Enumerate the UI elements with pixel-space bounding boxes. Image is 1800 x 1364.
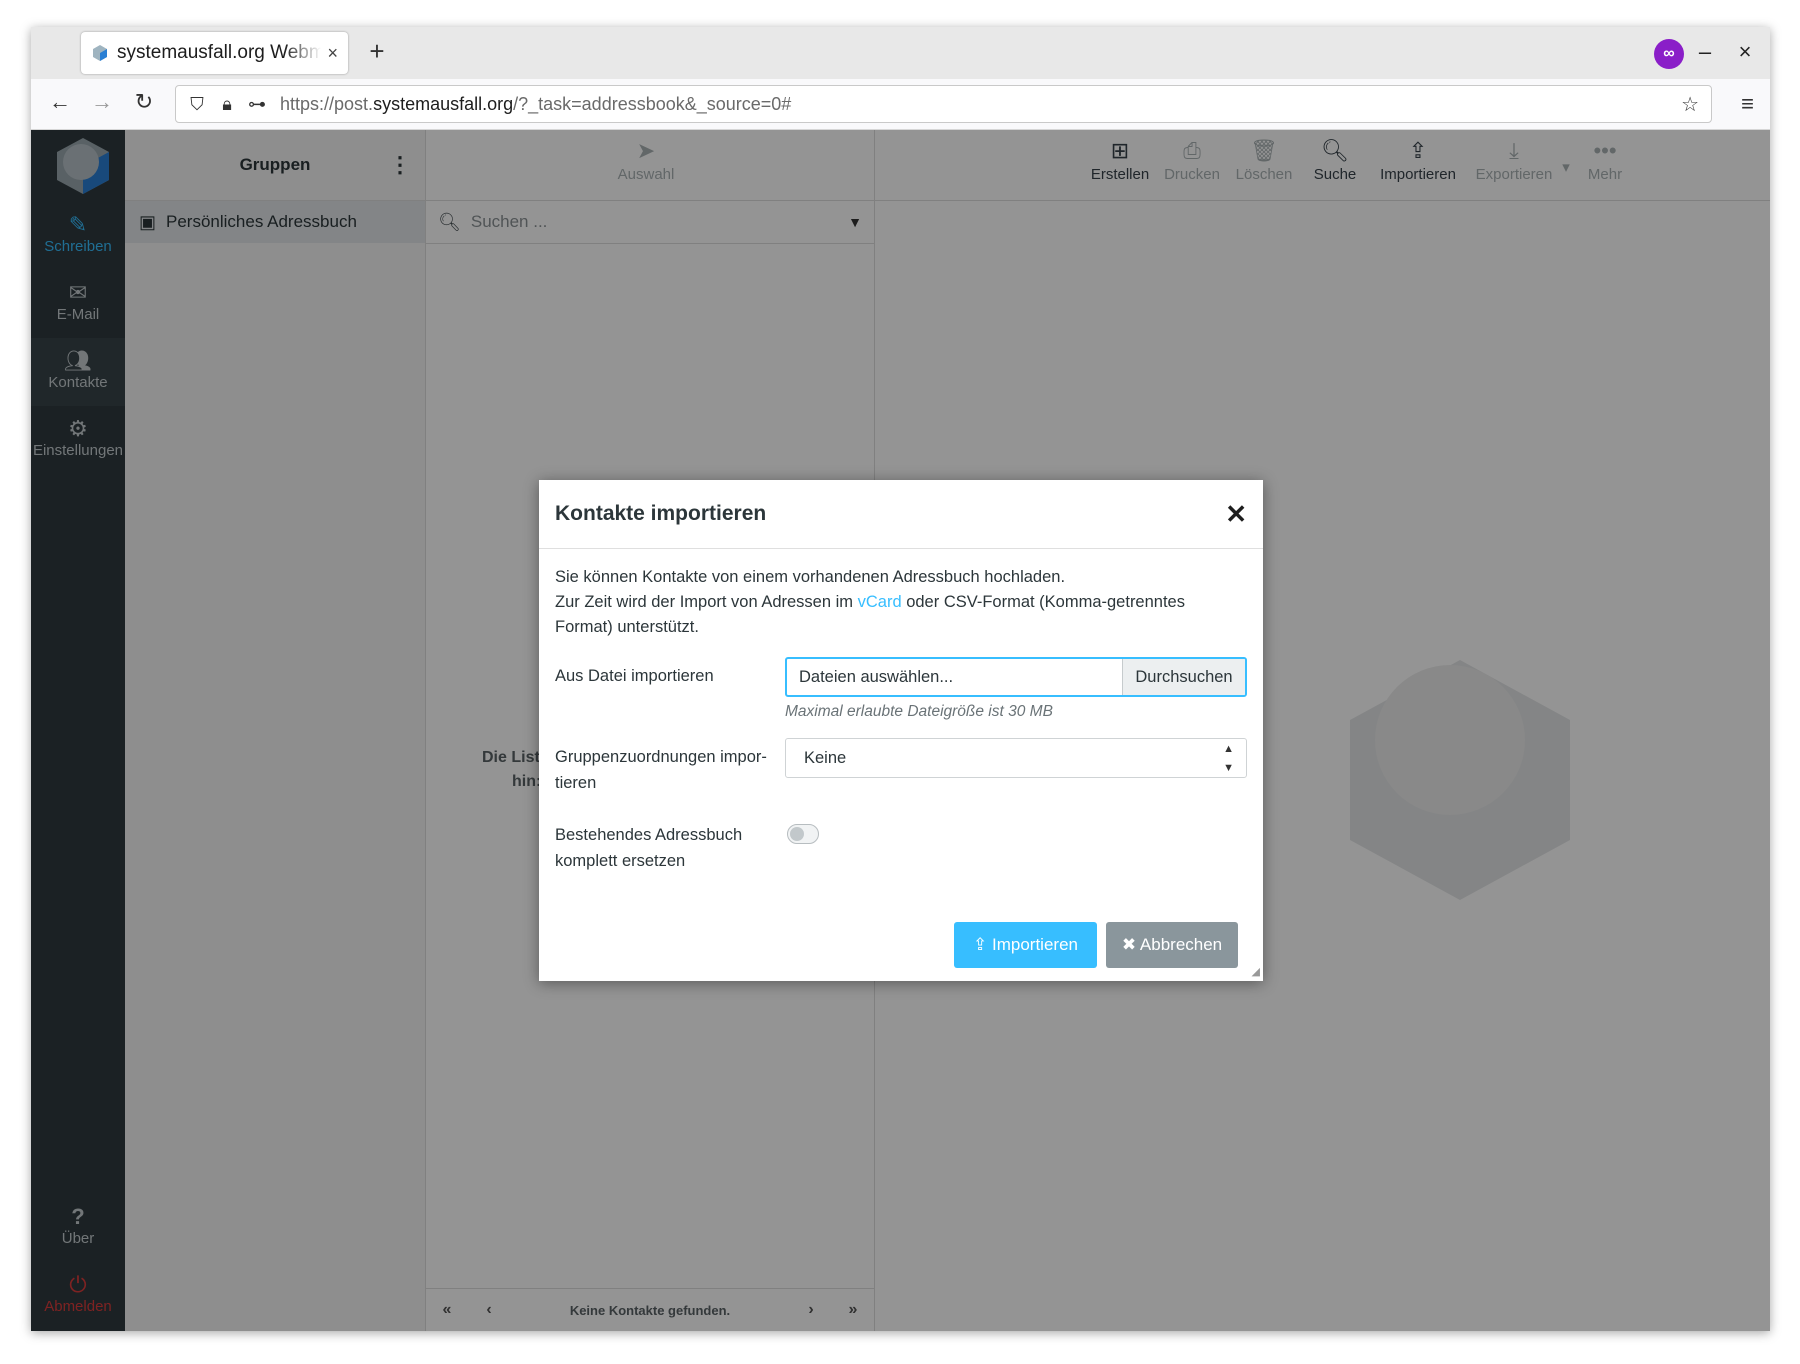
url-text: https://post.systemausfall.org/?_task=ad…	[280, 93, 792, 114]
close-icon: ✖	[1121, 935, 1137, 954]
file-input-value[interactable]: Dateien auswählen...	[787, 659, 1122, 695]
import-submit-button[interactable]: ⇪ Importieren	[954, 922, 1097, 968]
lock-icon: 🔒︎	[222, 93, 232, 114]
key-icon: ⊶	[248, 93, 266, 114]
window-close-button[interactable]: ×	[1731, 39, 1759, 65]
replace-toggle[interactable]	[787, 824, 819, 844]
dialog-header: Kontakte importieren ✕	[539, 480, 1263, 549]
back-icon[interactable]: ←	[45, 89, 75, 115]
group-import-label: Gruppenzuordnungen impor- tieren	[555, 748, 767, 792]
favicon-icon	[93, 45, 107, 61]
group-import-select[interactable]: Keine ▲ ▼	[785, 738, 1247, 778]
shield-icon: ⛉	[190, 93, 204, 114]
minimize-button[interactable]: –	[1691, 39, 1719, 65]
file-input[interactable]: Dateien auswählen... Durchsuchen	[785, 657, 1247, 697]
tab-strip: systemausfall.org Webmail × + ∞ – ×	[31, 27, 1770, 80]
close-icon[interactable]: ✕	[1225, 499, 1247, 530]
replace-label: Bestehendes Adressbuch komplett ersetzen	[555, 826, 743, 870]
forward-icon[interactable]: →	[87, 89, 117, 115]
private-browsing-icon: ∞	[1654, 39, 1684, 69]
browser-tab[interactable]: systemausfall.org Webmail ×	[81, 32, 348, 74]
dialog-title: Kontakte importieren	[555, 502, 767, 525]
navigation-bar: ← → ↻ ⛉ 🔒︎ ⊶ https://post.systemausfall.…	[31, 79, 1770, 130]
browse-button[interactable]: Durchsuchen	[1122, 659, 1245, 695]
resize-handle-icon[interactable]: ◢	[1252, 965, 1260, 978]
cancel-button[interactable]: ✖ Abbrechen	[1106, 922, 1238, 968]
new-tab-button[interactable]: +	[361, 36, 393, 67]
file-size-hint: Maximal erlaubte Dateigröße ist 30 MB	[785, 703, 1053, 720]
toggle-knob	[790, 827, 804, 841]
tab-title: systemausfall.org Webmail	[117, 42, 322, 63]
select-value: Keine	[804, 749, 847, 767]
select-arrows-icon: ▲ ▼	[1223, 743, 1234, 774]
tab-close-icon[interactable]: ×	[327, 43, 338, 64]
url-bar[interactable]: ⛉ 🔒︎ ⊶ https://post.systemausfall.org/?_…	[175, 85, 1712, 123]
dialog-intro: Sie können Kontakte von einem vorhandene…	[555, 568, 1185, 636]
import-contacts-dialog: Kontakte importieren ✕ Sie können Kontak…	[539, 480, 1263, 981]
app-menu-icon[interactable]: ≡	[1741, 91, 1754, 117]
vcard-link[interactable]: vCard	[858, 593, 902, 611]
file-label: Aus Datei importieren	[555, 667, 714, 685]
bookmark-star-icon[interactable]: ☆	[1681, 92, 1699, 117]
reload-icon[interactable]: ↻	[129, 89, 159, 115]
upload-icon: ⇪	[973, 935, 988, 954]
